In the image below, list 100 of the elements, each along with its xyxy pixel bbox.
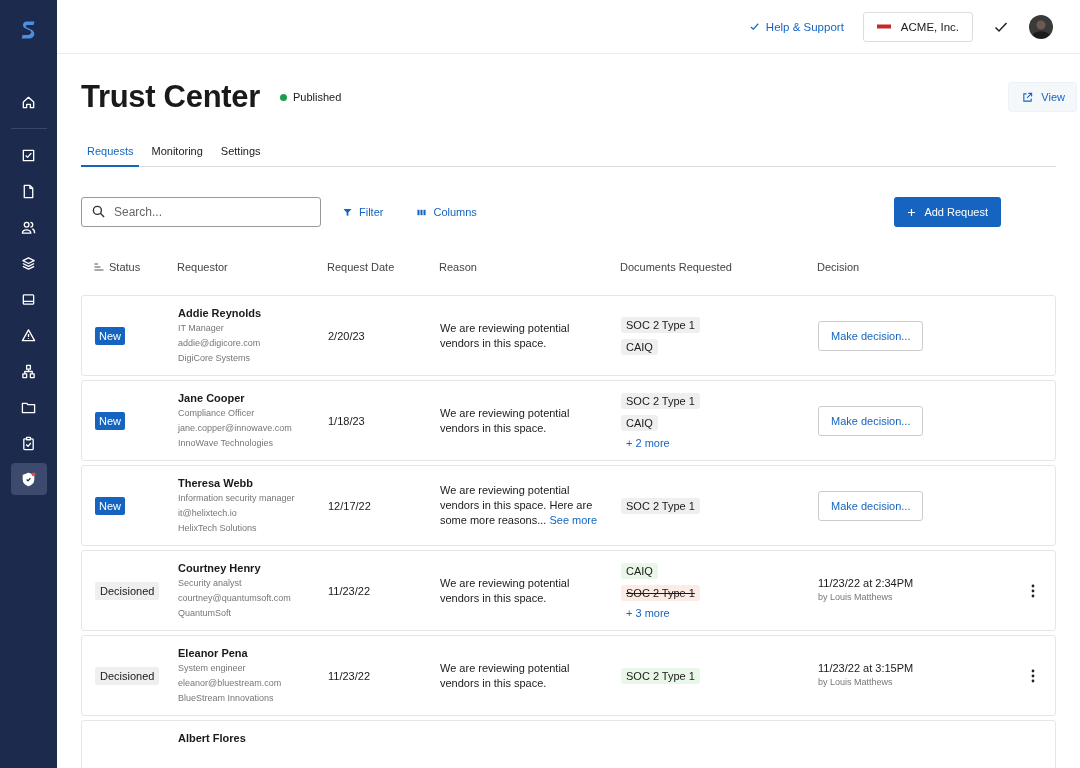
decided-by: by Louis Matthews: [818, 676, 894, 689]
columns-icon: [417, 207, 427, 217]
publish-status: Published: [293, 91, 342, 103]
make-decision-button[interactable]: Make decision...: [818, 320, 924, 351]
requestor-company: BlueStream Innovations: [178, 691, 274, 705]
status-dot: [280, 93, 287, 101]
requestor-role: System engineer: [178, 661, 246, 675]
requestor-company: HelixTech Solutions: [178, 521, 257, 535]
column-header: Documents Requested: [620, 261, 732, 273]
requestor-name: Eleanor Pena: [178, 646, 248, 659]
decided-by: by Louis Matthews: [818, 591, 894, 604]
tree-icon: [21, 363, 36, 379]
requestor-name: Jane Cooper: [178, 391, 245, 404]
requestor-company: DigiCore Systems: [178, 351, 251, 365]
request-row[interactable]: New Addie Reynolds IT Manager addie@digicore.com DigiCore Systems 2/20/23 We are reviewing potential vendors in this space. SOC 2 Type 1 CAIQ Make decision...: [81, 295, 1056, 376]
sidebar-item[interactable]: [10, 463, 47, 495]
requestor-email: eleanor@bluestream.com: [178, 676, 282, 690]
status-tag: New: [95, 411, 125, 430]
request-row[interactable]: New Jane Cooper Compliance Officer jane.copper@innowave.com InnoWave Technologies 1/18/23 We are reviewing potential vendors in this space. SOC 2 Type 1 CAIQ + 2 more Make decision...: [81, 380, 1056, 461]
view-button[interactable]: View: [1008, 82, 1077, 112]
page-title: Trust Center: [81, 79, 260, 115]
decision-date: 11/23/22 at 2:34PM: [818, 577, 914, 589]
status-tag: Decisioned: [95, 581, 160, 600]
filter-button[interactable]: Filter: [337, 202, 390, 222]
see-more-link[interactable]: See more: [549, 514, 598, 526]
requestor-name: Theresa Webb: [178, 476, 253, 489]
request-date: 11/23/22: [328, 669, 370, 682]
column-header: Decision: [817, 261, 860, 273]
reason-text: We are reviewing potential vendors in this space. Here are some more reasons... See more: [440, 483, 599, 528]
help-support-link[interactable]: Help & Support: [748, 20, 844, 33]
status-tag: New: [95, 496, 125, 515]
column-header: Status: [109, 261, 141, 273]
request-row[interactable]: Albert Flores: [81, 720, 1056, 768]
document-tag: CAIQ: [621, 338, 658, 355]
check-icon: [748, 21, 760, 32]
requestor-company: QuantumSoft: [178, 606, 232, 620]
column-header: Request Date: [327, 261, 395, 273]
check-icon: [21, 147, 36, 163]
clipboard-icon: [21, 435, 36, 451]
external-link-icon: [1022, 91, 1034, 103]
make-decision-button[interactable]: Make decision...: [818, 405, 924, 436]
tab[interactable]: Settings: [214, 136, 267, 167]
status-tag: Decisioned: [95, 666, 160, 685]
requestor-role: IT Manager: [178, 321, 224, 335]
reason-text: We are reviewing potential vendors in this space.: [440, 575, 571, 606]
organization-button[interactable]: ACME, Inc.: [862, 11, 973, 42]
logo-icon: [20, 19, 37, 41]
document-tag: SOC 2 Type 1: [621, 316, 700, 333]
document-tag: SOC 2 Type 1: [621, 584, 700, 601]
home-icon: [21, 94, 36, 110]
requestor-company: InnoWave Technologies: [178, 436, 274, 450]
document-tag: CAIQ: [621, 562, 658, 579]
request-row[interactable]: Decisioned Eleanor Pena System engineer eleanor@bluestream.com BlueStream Innovations 11/23/22 We are reviewing potential vendors in this space. SOC 2 Type 1 11/23/22 at 3:15PM by Louis Matthews: [81, 635, 1056, 716]
request-row[interactable]: [81, 465, 1056, 546]
requestor-role: Security analyst: [178, 576, 242, 590]
tab[interactable]: Requests: [81, 136, 140, 167]
decision-date: 11/23/22 at 3:15PM: [818, 662, 914, 674]
reason-text: We are reviewing potential vendors in this space.: [440, 660, 571, 691]
reason-text: We are reviewing potential vendors in this space.: [440, 405, 571, 436]
users-icon: [21, 219, 36, 235]
column-header: Requestor: [177, 261, 228, 273]
layers-icon: [21, 255, 36, 271]
make-decision-button[interactable]: Make decision...: [818, 490, 924, 521]
reason-text: We are reviewing potential vendors in this space.: [440, 320, 571, 351]
requestor-name: Addie Reynolds: [178, 306, 262, 319]
more-options-icon[interactable]: [1031, 668, 1035, 683]
requestor-email: addie@digicore.com: [178, 336, 261, 350]
document-tag: CAIQ: [621, 414, 658, 431]
document-tag: SOC 2 Type 1: [621, 667, 700, 684]
columns-button[interactable]: Columns: [411, 202, 483, 222]
requestor-role: Information security manager: [178, 491, 295, 505]
more-documents-link[interactable]: + 2 more: [621, 436, 670, 449]
column-header: Reason: [439, 261, 477, 273]
more-documents-link[interactable]: + 3 more: [621, 606, 670, 619]
more-options-icon[interactable]: [1031, 583, 1035, 598]
tray-icon: [21, 291, 36, 307]
request-date: 1/18/23: [328, 414, 365, 427]
request-date: 11/23/22: [328, 584, 370, 597]
avatar[interactable]: [1029, 14, 1053, 39]
sort-icon: [94, 263, 104, 271]
shield-icon: [21, 471, 36, 487]
plus-icon: [907, 207, 917, 217]
tab[interactable]: Monitoring: [145, 136, 209, 167]
request-date: 12/17/22: [328, 499, 371, 512]
warning-icon: [21, 327, 36, 343]
logo-icon: [876, 24, 891, 29]
requestor-email: it@helixtech.io: [178, 506, 237, 520]
file-icon: [21, 183, 36, 199]
document-tag: SOC 2 Type 1: [621, 392, 700, 409]
requestor-name: Albert Flores: [178, 732, 246, 744]
document-tag: SOC 2 Type 1: [621, 497, 700, 514]
requestor-email: courtney@quantumsoft.com: [178, 591, 291, 605]
filter-icon: [343, 207, 352, 217]
request-date: 2/20/23: [328, 329, 365, 342]
requestor-role: Compliance Officer: [178, 406, 255, 420]
status-tag: New: [95, 326, 125, 345]
requestor-email: jane.copper@innowave.com: [178, 421, 292, 435]
search-field[interactable]: Search...: [81, 197, 321, 227]
requestor-name: Courtney Henry: [178, 561, 261, 574]
add-request-button[interactable]: Add Request: [894, 197, 1001, 227]
